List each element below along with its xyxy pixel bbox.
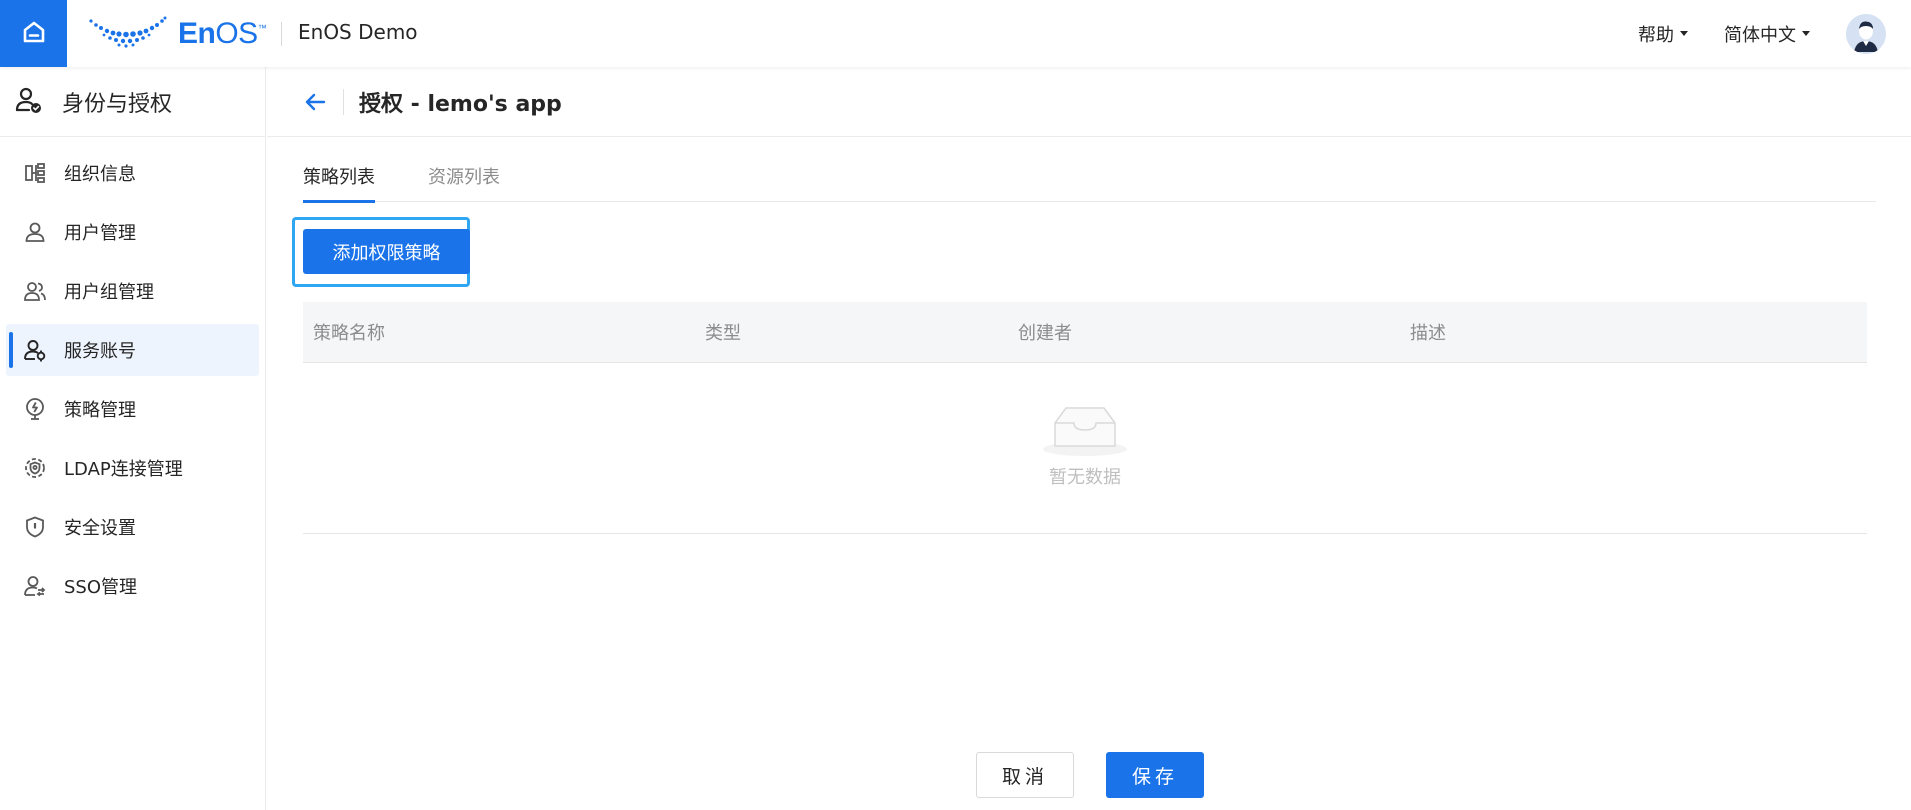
sidebar-title: 身份与授权 [62,91,173,117]
sidebar-header: 身份与授权 [0,67,265,137]
sidebar-item-sso[interactable]: SSO管理 [6,560,259,612]
sidebar-item-label: 组织信息 [64,164,136,185]
org-icon [22,160,48,186]
arrow-left-icon [305,93,326,110]
empty-text: 暂无数据 [1049,467,1121,488]
user-group-icon [22,278,48,304]
add-permission-policy-button[interactable]: 添加权限策略 [303,229,470,274]
logo-text: EnOS™ [178,17,267,50]
top-header: EnOS™ EnOS Demo 帮助 简体中文 [0,0,1911,67]
header-divider [281,22,282,46]
column-header-type[interactable]: 类型 [695,319,1008,345]
policy-icon [22,396,48,422]
logo-dots-icon [88,15,168,53]
language-dropdown[interactable]: 简体中文 [1724,21,1810,47]
column-header-policy-name[interactable]: 策略名称 [303,319,695,345]
app-name: EnOS Demo [298,20,418,44]
sidebar-item-label: LDAP连接管理 [64,459,183,480]
tab-bar: 策略列表 资源列表 [303,157,1876,203]
table-body: 暂无数据 [303,363,1867,534]
back-button[interactable] [303,90,327,114]
help-dropdown[interactable]: 帮助 [1638,21,1688,47]
header-actions: 帮助 简体中文 [1638,0,1911,67]
sidebar-item-label: 服务账号 [64,341,136,362]
tab-resource-list[interactable]: 资源列表 [428,157,500,202]
empty-state: 暂无数据 [303,401,1867,489]
sidebar: 身份与授权 组织信息 用户管理 用户组管理 服务账号 策略管理 LDAP连接管理… [0,67,266,810]
save-button[interactable]: 保存 [1106,752,1204,798]
sidebar-item-label: 策略管理 [64,400,136,421]
cancel-button[interactable]: 取消 [976,752,1074,798]
empty-inbox-icon [1043,407,1127,456]
table-header: 策略名称 类型 创建者 描述 [303,302,1867,363]
sidebar-item-label: 用户管理 [64,223,136,244]
home-icon [20,18,48,50]
sidebar-item-user-group[interactable]: 用户组管理 [6,265,259,317]
user-icon [22,219,48,245]
enos-logo[interactable]: EnOS™ [88,15,267,53]
user-avatar-icon [1846,13,1886,54]
ldap-icon [22,455,48,481]
footer-actions: 取消 保存 [267,752,1911,798]
sidebar-item-label: 用户组管理 [64,282,154,303]
sidebar-item-ldap[interactable]: LDAP连接管理 [6,442,259,494]
identity-icon [14,85,44,119]
sidebar-item-org-info[interactable]: 组织信息 [6,147,259,199]
service-account-icon [22,337,48,363]
column-header-description[interactable]: 描述 [1400,319,1446,345]
caret-down-icon [1802,31,1810,36]
page-header: 授权 - lemo's app [267,67,1911,137]
caret-down-icon [1680,31,1688,36]
sidebar-item-security-settings[interactable]: 安全设置 [6,501,259,553]
sidebar-item-label: 安全设置 [64,518,136,539]
sidebar-item-label: SSO管理 [64,577,138,598]
user-avatar[interactable] [1846,13,1886,54]
sidebar-menu: 组织信息 用户管理 用户组管理 服务账号 策略管理 LDAP连接管理 安全设置 … [0,137,265,612]
sidebar-item-service-account[interactable]: 服务账号 [6,324,259,376]
page-title: 授权 - lemo's app [359,91,562,117]
header-divider [343,88,344,115]
tab-policy-list[interactable]: 策略列表 [303,157,375,203]
policy-table: 策略名称 类型 创建者 描述 暂无数据 [303,302,1867,534]
sso-icon [22,573,48,599]
home-button[interactable] [0,0,67,67]
language-label: 简体中文 [1724,24,1796,46]
column-header-creator[interactable]: 创建者 [1008,319,1400,345]
sidebar-item-policy-management[interactable]: 策略管理 [6,383,259,435]
sidebar-item-user-management[interactable]: 用户管理 [6,206,259,258]
help-label: 帮助 [1638,24,1674,46]
main-content: 授权 - lemo's app 策略列表 资源列表 添加权限策略 策略名称 类型… [267,67,1911,810]
shield-icon [22,514,48,540]
